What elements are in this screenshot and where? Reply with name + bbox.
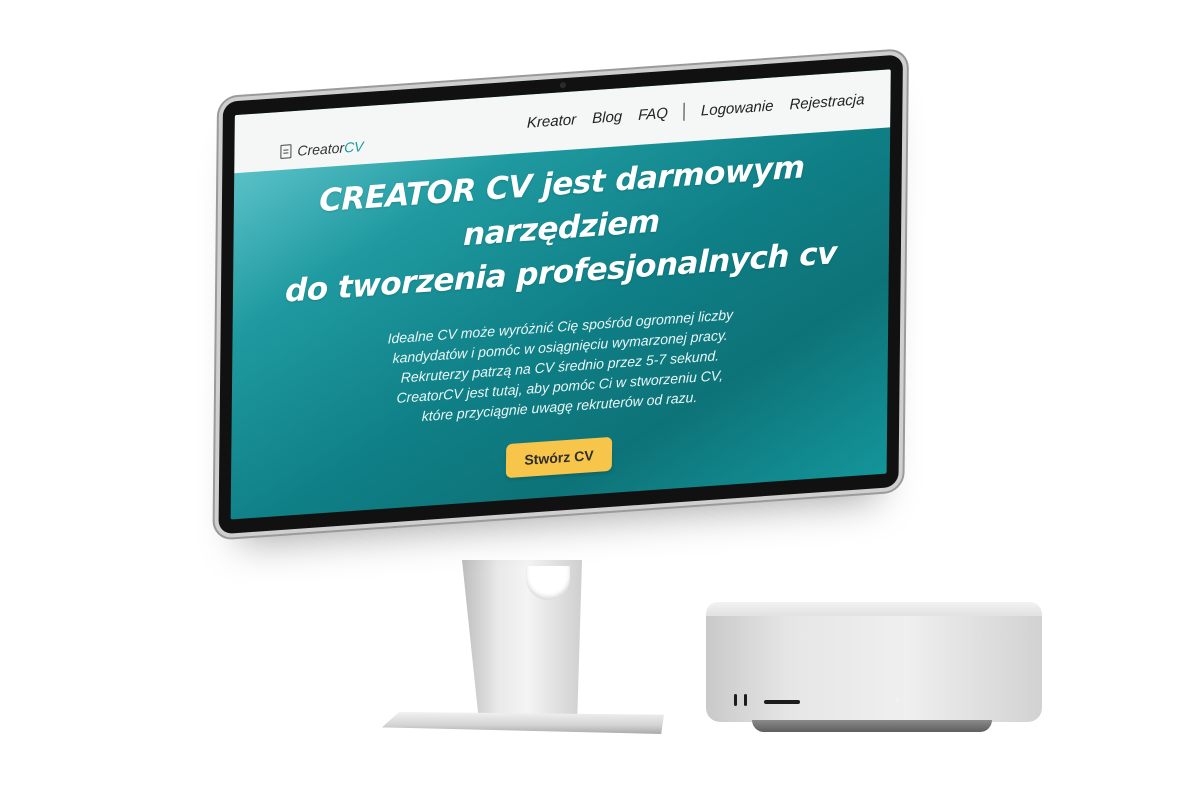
site-logo[interactable]: CreatorCV (280, 138, 364, 160)
monitor: CreatorCV Kreator Blog FAQ Logowanie Rej… (218, 54, 903, 535)
mac-studio (706, 602, 1042, 732)
hero-section: CREATOR CV jest darmowym narzędziem do t… (231, 139, 890, 497)
create-cv-button[interactable]: Stwórz CV (506, 436, 612, 479)
sd-card-slot-icon (764, 700, 800, 704)
screen: CreatorCV Kreator Blog FAQ Logowanie Rej… (230, 69, 891, 520)
usb-c-port-icon (744, 694, 747, 706)
power-led-icon (896, 698, 899, 701)
device-mockup-scene: CreatorCV Kreator Blog FAQ Logowanie Rej… (0, 0, 1189, 810)
nav-link-kreator[interactable]: Kreator (527, 111, 576, 131)
camera-icon (559, 81, 566, 89)
document-icon (280, 144, 292, 159)
nav-link-login[interactable]: Logowanie (701, 97, 774, 119)
logo-accent: CV (344, 138, 364, 156)
hero-description: Idealne CV może wyróżnić Cię spośród ogr… (387, 306, 734, 425)
nav-menu: Kreator Blog FAQ Logowanie Rejestracja (527, 90, 865, 132)
mac-studio-front (706, 616, 1042, 722)
mac-studio-base (752, 720, 992, 732)
usb-c-port-icon (734, 694, 737, 706)
monitor-stand-base (382, 712, 664, 734)
nav-link-register[interactable]: Rejestracja (789, 91, 864, 113)
logo-text: CreatorCV (297, 138, 364, 159)
nav-divider (683, 102, 686, 121)
nav-link-blog[interactable]: Blog (592, 108, 622, 127)
nav-link-faq[interactable]: FAQ (638, 104, 668, 123)
hero-title-line1: CREATOR CV jest darmowym narzędziem (318, 149, 805, 254)
monitor-bezel: CreatorCV Kreator Blog FAQ Logowanie Rej… (218, 54, 903, 535)
